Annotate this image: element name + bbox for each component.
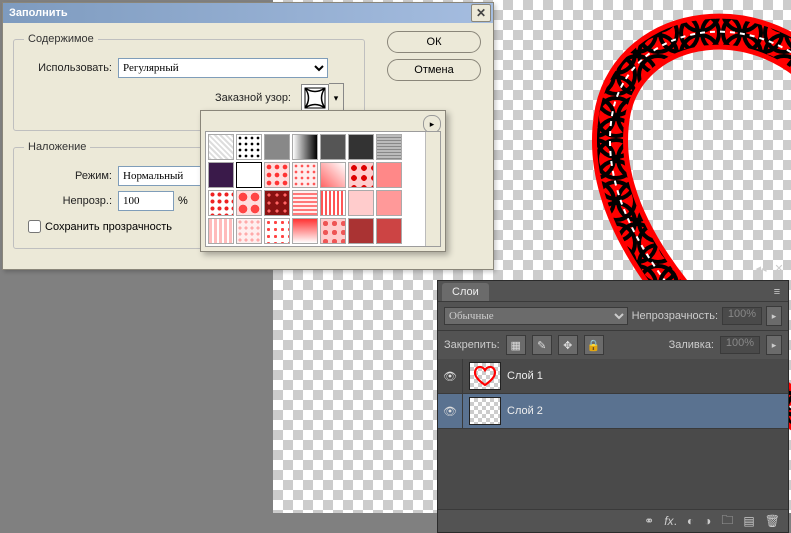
- ok-button[interactable]: ОК: [387, 31, 481, 53]
- pattern-thumb[interactable]: [348, 134, 374, 160]
- dialog-title: Заполнить: [9, 7, 68, 19]
- layers-panel: ◂◂ ✕ Слои ≡ Обычные Непрозрачность: 100%…: [437, 280, 789, 533]
- layer-fx-icon[interactable]: fx.: [664, 514, 677, 528]
- pattern-thumb[interactable]: [292, 218, 318, 244]
- dialog-titlebar[interactable]: Заполнить ✕: [3, 3, 493, 23]
- layer-row[interactable]: 👁 Слой 1: [438, 359, 788, 394]
- adjustment-layer-icon[interactable]: ◑: [704, 514, 711, 528]
- layer-fill-field[interactable]: 100%: [720, 336, 760, 354]
- layers-footer: ⚭ fx. ◐ ◑ 🗀 ▤ 🗑: [438, 509, 788, 532]
- contents-legend: Содержимое: [24, 33, 98, 45]
- pattern-thumb[interactable]: [264, 190, 290, 216]
- pattern-picker-popup: ▸: [200, 110, 446, 252]
- pattern-thumb[interactable]: [264, 218, 290, 244]
- pattern-grid: [205, 131, 441, 247]
- pattern-thumb[interactable]: [208, 218, 234, 244]
- lock-transparency-icon[interactable]: ▦: [506, 335, 526, 355]
- layer-mask-icon[interactable]: ◐: [687, 514, 694, 528]
- close-button[interactable]: ✕: [471, 4, 491, 22]
- layers-list: 👁 Слой 1 👁 Слой 2: [438, 359, 788, 509]
- pattern-thumb[interactable]: [236, 190, 262, 216]
- pattern-thumb[interactable]: [236, 218, 262, 244]
- pattern-thumb[interactable]: [376, 190, 402, 216]
- pattern-thumb[interactable]: [320, 190, 346, 216]
- pattern-thumb[interactable]: [348, 190, 374, 216]
- layer-row[interactable]: 👁 Слой 2: [438, 394, 788, 429]
- lock-all-icon[interactable]: 🔒: [584, 335, 604, 355]
- opacity-arrow[interactable]: ▸: [766, 306, 782, 326]
- layer-opacity-field[interactable]: 100%: [722, 307, 762, 325]
- pattern-thumb-selected[interactable]: [236, 162, 262, 188]
- panel-menu-icon[interactable]: ≡: [770, 285, 784, 299]
- pattern-dropdown-arrow[interactable]: ▾: [329, 83, 344, 113]
- fill-label: Заливка:: [669, 339, 714, 351]
- pattern-swatch[interactable]: [301, 84, 329, 112]
- cancel-button[interactable]: Отмена: [387, 59, 481, 81]
- opacity-input[interactable]: [118, 191, 174, 211]
- pattern-thumb[interactable]: [292, 190, 318, 216]
- pattern-thumb[interactable]: [376, 162, 402, 188]
- layer-group-icon[interactable]: 🗀: [721, 511, 733, 532]
- custom-pattern-label: Заказной узор:: [215, 92, 291, 104]
- link-layers-icon[interactable]: ⚭: [644, 514, 654, 528]
- layers-tab[interactable]: Слои: [442, 283, 489, 301]
- pattern-thumb[interactable]: [348, 162, 374, 188]
- pattern-thumb[interactable]: [292, 162, 318, 188]
- opacity-label: Непрозр.:: [24, 195, 112, 207]
- blending-legend: Наложение: [24, 141, 90, 153]
- picker-scrollbar[interactable]: [425, 132, 440, 246]
- pattern-thumb[interactable]: [208, 162, 234, 188]
- pattern-thumb[interactable]: [208, 134, 234, 160]
- pattern-thumb[interactable]: [320, 218, 346, 244]
- fill-arrow[interactable]: ▸: [766, 335, 782, 355]
- opacity-unit: %: [178, 195, 188, 207]
- pattern-preview-icon: [304, 87, 326, 109]
- pattern-thumb[interactable]: [264, 162, 290, 188]
- new-layer-icon[interactable]: ▤: [743, 514, 754, 528]
- pattern-thumb[interactable]: [376, 134, 402, 160]
- lock-position-icon[interactable]: ✥: [558, 335, 578, 355]
- pattern-thumb[interactable]: [348, 218, 374, 244]
- layer-name: Слой 1: [507, 370, 543, 382]
- use-select[interactable]: Регулярный: [118, 58, 328, 78]
- pattern-thumb[interactable]: [320, 162, 346, 188]
- use-label: Использовать:: [24, 62, 112, 74]
- pattern-thumb[interactable]: [320, 134, 346, 160]
- preserve-transparency-label: Сохранить прозрачность: [45, 221, 172, 233]
- pattern-thumb[interactable]: [264, 134, 290, 160]
- layer-thumbnail[interactable]: [469, 362, 501, 390]
- pattern-thumb[interactable]: [376, 218, 402, 244]
- pattern-thumb[interactable]: [208, 190, 234, 216]
- layer-thumbnail[interactable]: [469, 397, 501, 425]
- pattern-thumb[interactable]: [236, 134, 262, 160]
- panel-close-icon[interactable]: ✕: [772, 261, 786, 275]
- visibility-toggle[interactable]: 👁: [438, 394, 463, 428]
- lock-label: Закрепить:: [444, 339, 500, 351]
- lock-pixels-icon[interactable]: ✎: [532, 335, 552, 355]
- layer-name: Слой 2: [507, 405, 543, 417]
- layer-opacity-label: Непрозрачность:: [632, 310, 718, 322]
- preserve-transparency-checkbox[interactable]: [28, 220, 41, 233]
- delete-layer-icon[interactable]: 🗑: [765, 514, 780, 528]
- visibility-toggle[interactable]: 👁: [438, 359, 463, 393]
- pattern-thumb[interactable]: [292, 134, 318, 160]
- collapse-icon[interactable]: ◂◂: [754, 261, 768, 275]
- blend-mode-select[interactable]: Обычные: [444, 307, 628, 325]
- mode-label: Режим:: [24, 170, 112, 182]
